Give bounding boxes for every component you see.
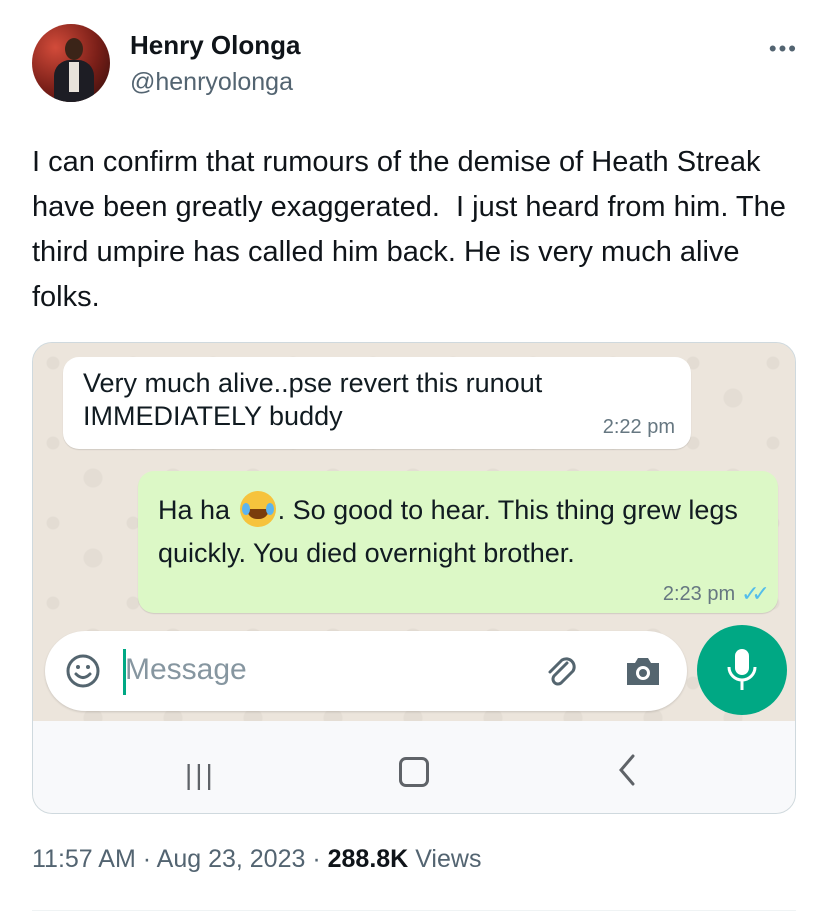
- views-count: 288.8K: [327, 845, 409, 873]
- tweet-date[interactable]: Aug 23, 2023: [157, 845, 306, 873]
- nav-back-icon[interactable]: [615, 753, 639, 787]
- camera-icon[interactable]: [623, 653, 663, 689]
- tweet-page: Henry Olonga @henryolonga ••• I can conf…: [0, 0, 828, 916]
- tweet-text: I can confirm that rumours of the demise…: [32, 146, 794, 313]
- avatar-figure-head: [65, 38, 83, 60]
- android-nav-bar: |||: [33, 721, 795, 813]
- smiley-icon[interactable]: [65, 653, 101, 689]
- tweet-meta: 11:57 AM · Aug 23, 2023 · 288.8K Views: [32, 845, 481, 874]
- incoming-message-text: Very much alive..pse revert this runout …: [83, 368, 543, 431]
- outgoing-message-meta: 2:23 pm ✓✓: [662, 581, 770, 607]
- message-composer[interactable]: Message: [45, 631, 687, 711]
- meta-separator-2: ·: [312, 845, 321, 873]
- outgoing-message-bubble: Ha ha . So good to hear. This thing grew…: [138, 471, 778, 613]
- outgoing-text-before-emoji: Ha ha: [158, 495, 238, 525]
- outgoing-message-text: Ha ha . So good to hear. This thing grew…: [158, 489, 758, 575]
- mic-button[interactable]: [697, 625, 787, 715]
- tweet-time[interactable]: 11:57 AM: [32, 845, 136, 873]
- nav-recent-icon[interactable]: |||: [185, 759, 216, 791]
- mic-icon: [727, 649, 757, 690]
- message-input[interactable]: Message: [125, 653, 247, 687]
- outgoing-message-time: 2:23 pm: [662, 582, 736, 605]
- author-handle[interactable]: @henryolonga: [130, 68, 293, 97]
- nav-home-icon[interactable]: [399, 757, 429, 787]
- more-icon[interactable]: •••: [769, 38, 798, 60]
- incoming-message-time: 2:22 pm: [602, 416, 675, 438]
- views-label: Views: [415, 845, 482, 873]
- author-avatar[interactable]: [32, 24, 110, 102]
- read-ticks-icon: ✓✓: [741, 581, 770, 606]
- meta-separator: ·: [142, 845, 152, 873]
- attached-screenshot[interactable]: Very much alive..pse revert this runout …: [32, 342, 796, 814]
- divider: [32, 910, 796, 911]
- incoming-message-bubble: Very much alive..pse revert this runout …: [63, 357, 691, 449]
- avatar-figure-shirt: [69, 62, 79, 92]
- attach-icon[interactable]: [541, 651, 581, 691]
- tears-of-joy-emoji-icon: [239, 491, 276, 527]
- author-name[interactable]: Henry Olonga: [130, 30, 300, 61]
